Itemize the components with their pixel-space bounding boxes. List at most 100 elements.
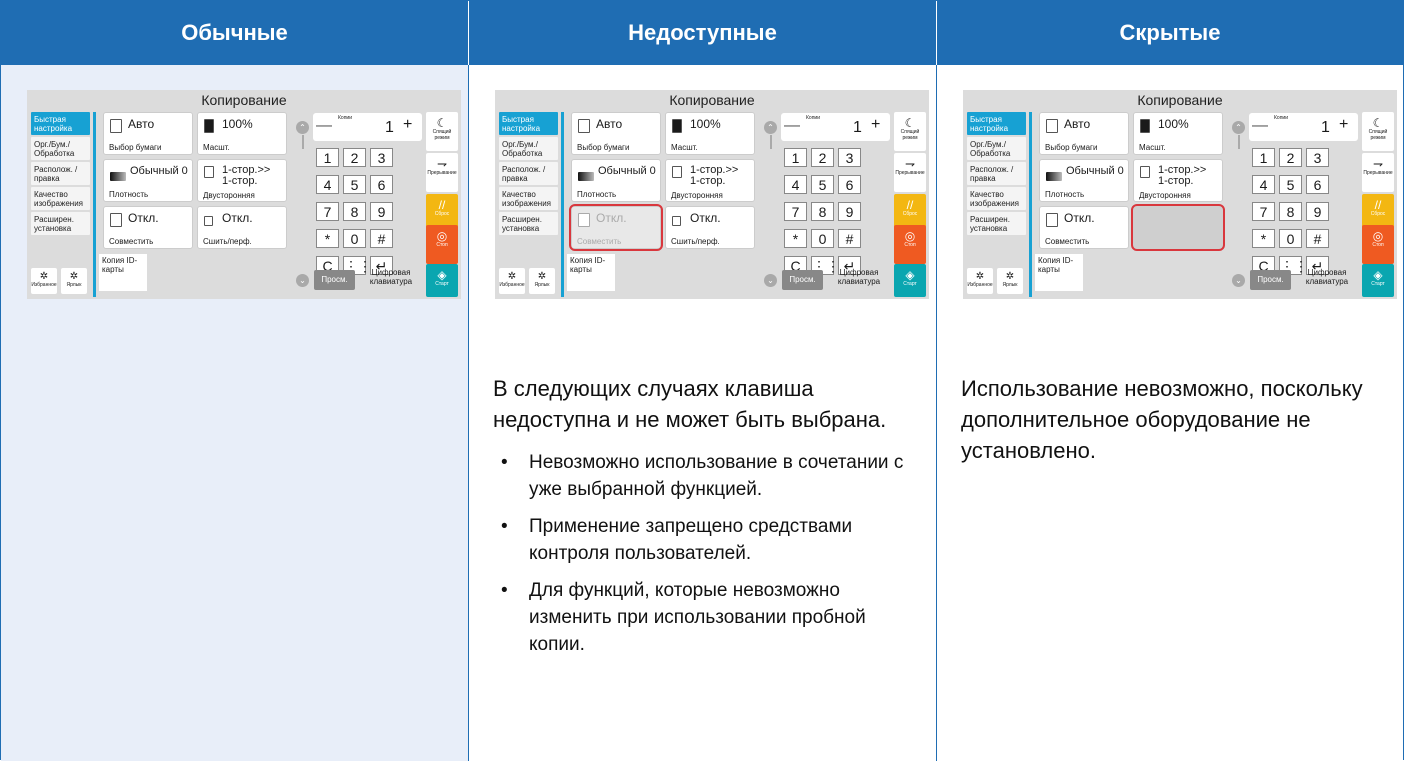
scroll-up-icon[interactable]: ⌃ bbox=[1232, 121, 1245, 134]
scroll-up-icon[interactable]: ⌃ bbox=[764, 121, 777, 134]
menu-layout-edit[interactable]: Располож. /правка bbox=[499, 162, 558, 185]
density-tile[interactable]: Обычный 0 Плотность bbox=[103, 159, 193, 202]
keypad-key[interactable]: 5 bbox=[811, 175, 834, 194]
sleep-button[interactable]: ☾ Спящий режим bbox=[426, 112, 458, 151]
menu-advanced-setup[interactable]: Расширен. установка bbox=[967, 212, 1026, 235]
keypad-key[interactable]: * bbox=[316, 229, 339, 248]
keypad-key[interactable]: 2 bbox=[343, 148, 366, 167]
keypad-key[interactable]: 1 bbox=[1252, 148, 1275, 167]
keypad-key[interactable]: 3 bbox=[1306, 148, 1329, 167]
scroll-down-icon[interactable]: ⌄ bbox=[764, 274, 777, 287]
paper-select-tile[interactable]: Авто Выбор бумаги bbox=[571, 112, 661, 155]
plus-button[interactable]: + bbox=[403, 116, 412, 134]
copies-field[interactable]: Копии — 1 + bbox=[781, 113, 890, 141]
interrupt-button[interactable]: ⇁ Прерывание bbox=[426, 153, 458, 192]
keypad-key[interactable]: 2 bbox=[811, 148, 834, 167]
preview-button[interactable]: Просм. bbox=[314, 270, 355, 290]
menu-quick-setup[interactable]: Быстрая настройка bbox=[499, 112, 558, 135]
keypad-key[interactable]: 0 bbox=[811, 229, 834, 248]
shortcuts-button[interactable]: ✲ Ярлык bbox=[997, 268, 1023, 294]
minus-button[interactable]: — bbox=[784, 117, 800, 135]
id-card-copy-tile[interactable]: Копия ID-карты bbox=[1035, 254, 1083, 291]
menu-image-quality[interactable]: Качество изображения bbox=[31, 187, 90, 210]
menu-layout-edit[interactable]: Располож. /правка bbox=[967, 162, 1026, 185]
keypad-key[interactable]: * bbox=[1252, 229, 1275, 248]
menu-paper-finishing[interactable]: Орг./Бум./ Обработка bbox=[31, 137, 90, 160]
favorites-button[interactable]: ✲ Избранное bbox=[967, 268, 993, 294]
minus-button[interactable]: — bbox=[1252, 117, 1268, 135]
id-card-copy-tile[interactable]: Копия ID-карты bbox=[567, 254, 615, 291]
plus-button[interactable]: + bbox=[1339, 116, 1348, 134]
keypad-key[interactable]: # bbox=[1306, 229, 1329, 248]
numeric-keypad-label[interactable]: Цифровая клавиатура bbox=[361, 268, 421, 286]
keypad-key[interactable]: 3 bbox=[370, 148, 393, 167]
keypad-key[interactable]: 7 bbox=[316, 202, 339, 221]
keypad-key[interactable]: 0 bbox=[343, 229, 366, 248]
interrupt-button[interactable]: ⇁ Прерывание bbox=[1362, 153, 1394, 192]
keypad-key[interactable]: 5 bbox=[343, 175, 366, 194]
menu-image-quality[interactable]: Качество изображения bbox=[967, 187, 1026, 210]
keypad-key[interactable]: * bbox=[784, 229, 807, 248]
sleep-button[interactable]: ☾ Спящий режим bbox=[894, 112, 926, 151]
keypad-key[interactable]: 5 bbox=[1279, 175, 1302, 194]
favorites-button[interactable]: ✲ Избранное bbox=[499, 268, 525, 294]
scrollbar[interactable] bbox=[302, 135, 304, 149]
paper-select-tile[interactable]: Авто Выбор бумаги bbox=[103, 112, 193, 155]
duplex-tile[interactable]: 1-стор.>> 1-стор. Двусторонняя bbox=[1133, 159, 1223, 202]
start-button[interactable]: ◈ Старт bbox=[894, 264, 926, 297]
keypad-key[interactable]: 9 bbox=[838, 202, 861, 221]
keypad-key[interactable]: 6 bbox=[1306, 175, 1329, 194]
favorites-button[interactable]: ✲ Избранное bbox=[31, 268, 57, 294]
keypad-key[interactable]: 1 bbox=[784, 148, 807, 167]
shortcuts-button[interactable]: ✲ Ярлык bbox=[529, 268, 555, 294]
id-card-copy-tile[interactable]: Копия ID-карты bbox=[99, 254, 147, 291]
menu-quick-setup[interactable]: Быстрая настройка bbox=[967, 112, 1026, 135]
keypad-key[interactable]: 7 bbox=[1252, 202, 1275, 221]
menu-image-quality[interactable]: Качество изображения bbox=[499, 187, 558, 210]
keypad-key[interactable]: 3 bbox=[838, 148, 861, 167]
preview-button[interactable]: Просм. bbox=[1250, 270, 1291, 290]
stop-button[interactable]: ◎ Стоп bbox=[894, 225, 926, 264]
density-tile[interactable]: Обычный 0 Плотность bbox=[1039, 159, 1129, 202]
duplex-tile[interactable]: 1-стор.>> 1-стор. Двусторонняя bbox=[197, 159, 287, 202]
keypad-key[interactable]: 6 bbox=[370, 175, 393, 194]
menu-advanced-setup[interactable]: Расширен. установка bbox=[499, 212, 558, 235]
plus-button[interactable]: + bbox=[871, 116, 880, 134]
duplex-tile[interactable]: 1-стор.>> 1-стор. Двусторонняя bbox=[665, 159, 755, 202]
menu-quick-setup[interactable]: Быстрая настройка bbox=[31, 112, 90, 135]
keypad-key[interactable]: 4 bbox=[784, 175, 807, 194]
combine-tile[interactable]: Откл. Совместить bbox=[1039, 206, 1129, 249]
numeric-keypad-label[interactable]: Цифровая клавиатура bbox=[1297, 268, 1357, 286]
paper-select-tile[interactable]: Авто Выбор бумаги bbox=[1039, 112, 1129, 155]
start-button[interactable]: ◈ Старт bbox=[426, 264, 458, 297]
stop-button[interactable]: ◎ Стоп bbox=[1362, 225, 1394, 264]
scroll-up-icon[interactable]: ⌃ bbox=[296, 121, 309, 134]
staple-tile[interactable]: Откл. Сшить/перф. bbox=[197, 206, 287, 249]
menu-layout-edit[interactable]: Располож. /правка bbox=[31, 162, 90, 185]
keypad-key[interactable]: 6 bbox=[838, 175, 861, 194]
density-tile[interactable]: Обычный 0 Плотность bbox=[571, 159, 661, 202]
start-button[interactable]: ◈ Старт bbox=[1362, 264, 1394, 297]
zoom-tile[interactable]: 100% Масшт. bbox=[197, 112, 287, 155]
keypad-key[interactable]: 4 bbox=[1252, 175, 1275, 194]
staple-tile[interactable]: Откл. Сшить/перф. bbox=[665, 206, 755, 249]
scroll-down-icon[interactable]: ⌄ bbox=[296, 274, 309, 287]
copies-field[interactable]: Копии — 1 + bbox=[1249, 113, 1358, 141]
menu-advanced-setup[interactable]: Расширен. установка bbox=[31, 212, 90, 235]
interrupt-button[interactable]: ⇁ Прерывание bbox=[894, 153, 926, 192]
scrollbar[interactable] bbox=[1238, 135, 1240, 149]
shortcuts-button[interactable]: ✲ Ярлык bbox=[61, 268, 87, 294]
preview-button[interactable]: Просм. bbox=[782, 270, 823, 290]
keypad-key[interactable]: 9 bbox=[1306, 202, 1329, 221]
keypad-key[interactable]: 8 bbox=[811, 202, 834, 221]
keypad-key[interactable]: 9 bbox=[370, 202, 393, 221]
keypad-key[interactable]: 8 bbox=[343, 202, 366, 221]
keypad-key[interactable]: 4 bbox=[316, 175, 339, 194]
minus-button[interactable]: — bbox=[316, 117, 332, 135]
zoom-tile[interactable]: 100% Масшт. bbox=[665, 112, 755, 155]
menu-paper-finishing[interactable]: Орг./Бум./ Обработка bbox=[499, 137, 558, 160]
keypad-key[interactable]: 8 bbox=[1279, 202, 1302, 221]
menu-paper-finishing[interactable]: Орг./Бум./ Обработка bbox=[967, 137, 1026, 160]
scroll-down-icon[interactable]: ⌄ bbox=[1232, 274, 1245, 287]
keypad-key[interactable]: 0 bbox=[1279, 229, 1302, 248]
